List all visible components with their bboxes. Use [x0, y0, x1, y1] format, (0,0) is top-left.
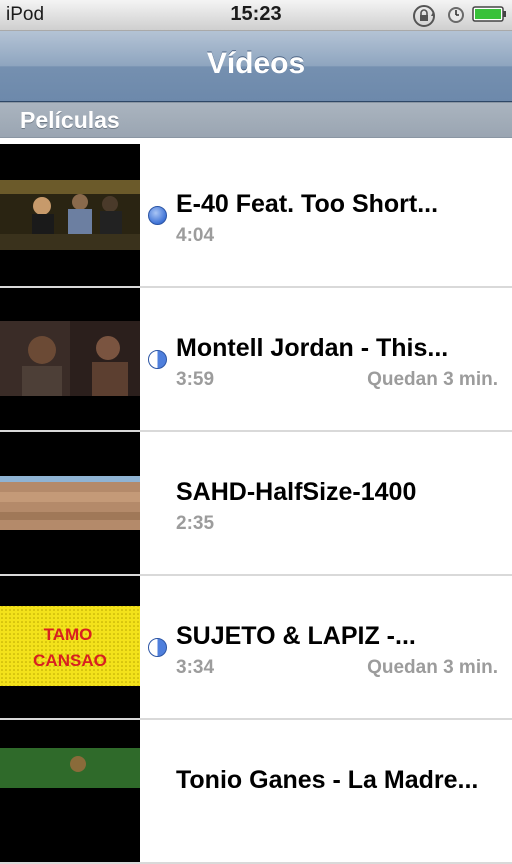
thumbnail-caption-line1: TAMO: [44, 625, 93, 644]
half-watched-icon: [148, 638, 167, 657]
video-row[interactable]: SAHD-HalfSize-1400 2:35: [0, 432, 512, 576]
section-header: Películas: [0, 102, 512, 138]
video-remaining-time: Quedan 3 min.: [367, 657, 498, 678]
video-title: E-40 Feat. Too Short...: [176, 190, 439, 218]
video-remaining-time: Quedan 3 min.: [367, 369, 498, 390]
section-header-label: Películas: [20, 107, 120, 133]
video-thumbnail: TAMO CANSAO: [0, 576, 140, 718]
thumbnail-caption-line2: CANSAO: [33, 651, 107, 670]
alarm-clock-icon: [448, 7, 464, 23]
status-bar: iPod 15:23: [0, 0, 512, 31]
video-thumbnail: [0, 144, 140, 286]
video-row[interactable]: Montell Jordan - This... 3:59 Quedan 3 m…: [0, 288, 512, 432]
video-duration: 4:04: [176, 225, 215, 246]
rotation-lock-icon: [413, 5, 435, 27]
video-title: SAHD-HalfSize-1400: [176, 478, 417, 506]
video-duration: 3:34: [176, 657, 215, 678]
video-row[interactable]: E-40 Feat. Too Short... 4:04: [0, 144, 512, 288]
video-row[interactable]: Tonio Ganes - La Madre...: [0, 720, 512, 864]
page-title: Vídeos: [206, 47, 306, 80]
video-duration: 2:35: [176, 513, 215, 534]
video-title: Tonio Ganes - La Madre...: [176, 766, 479, 794]
video-thumbnail: [0, 432, 140, 574]
unwatched-dot-icon: [148, 206, 167, 225]
half-watched-icon: [148, 350, 167, 369]
video-duration: 3:59: [176, 369, 215, 390]
video-thumbnail: [0, 720, 140, 862]
video-title: Montell Jordan - This...: [176, 334, 449, 362]
video-row[interactable]: TAMO CANSAO SUJETO & LAPIZ -... 3:34 Que…: [0, 576, 512, 720]
video-title: SUJETO & LAPIZ -...: [176, 622, 416, 650]
navigation-bar: Vídeos: [0, 31, 512, 102]
video-thumbnail: [0, 288, 140, 430]
battery-icon: [472, 6, 506, 22]
